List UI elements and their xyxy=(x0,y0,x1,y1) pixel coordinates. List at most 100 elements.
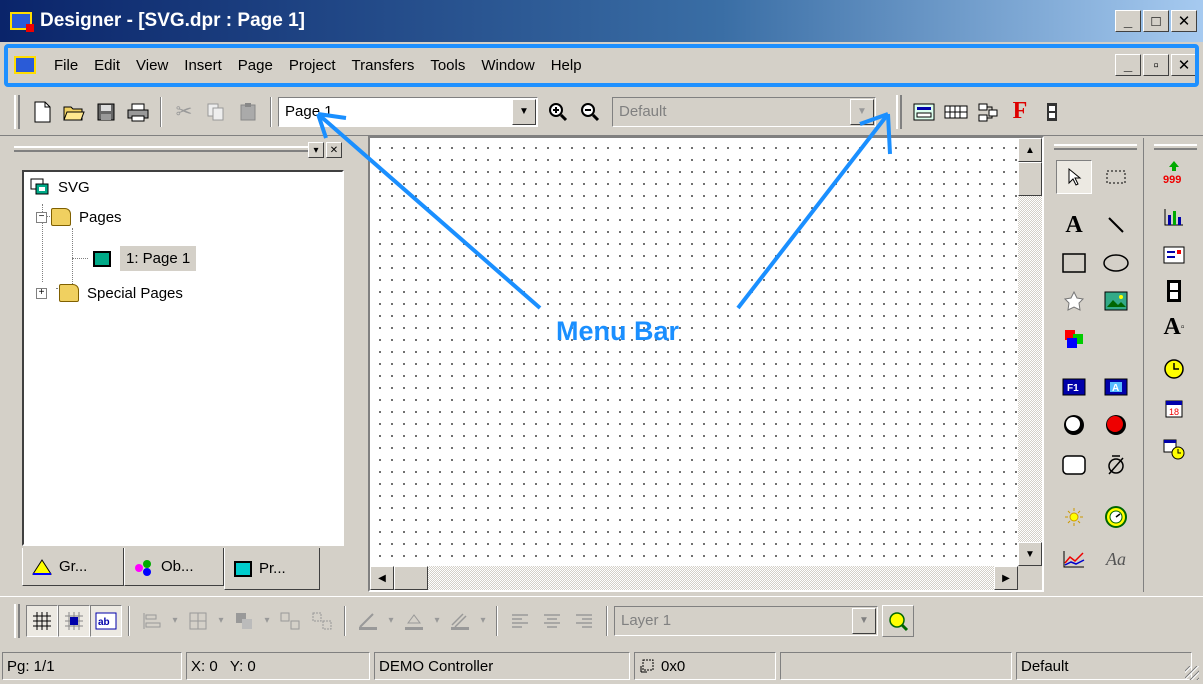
tree-item-svg[interactable]: SVG xyxy=(30,178,90,196)
scheduler-icon[interactable] xyxy=(1156,432,1192,466)
counter-icon[interactable]: 999 xyxy=(1156,156,1192,190)
vertical-scrollbar[interactable]: ▲ ▼ xyxy=(1018,138,1042,566)
lamp-off-icon[interactable] xyxy=(1098,448,1134,482)
expand-icon[interactable]: + xyxy=(36,287,47,299)
table-icon[interactable] xyxy=(940,96,972,128)
text-tool-icon[interactable]: A xyxy=(1056,208,1092,242)
tree-item-page-1[interactable]: 1: Page 1 xyxy=(92,246,197,271)
app-icon[interactable] xyxy=(10,12,34,32)
minimize-button[interactable]: _ xyxy=(1115,10,1141,32)
horizontal-scrollbar[interactable]: ◀ ▶ xyxy=(370,566,1018,590)
menu-view[interactable]: View xyxy=(128,57,176,74)
resize-grip[interactable] xyxy=(1185,666,1199,680)
form-icon[interactable] xyxy=(908,96,940,128)
cut-icon[interactable]: ✂ xyxy=(168,96,200,128)
grid-icon[interactable] xyxy=(26,604,58,637)
snap-grid-icon[interactable] xyxy=(58,604,90,637)
tab-project[interactable]: Pr... xyxy=(224,548,320,590)
align-icon[interactable] xyxy=(136,605,168,637)
save-icon[interactable] xyxy=(90,96,122,128)
page-select[interactable]: Page 1 ▼ xyxy=(278,96,538,127)
tree-item-pages[interactable]: − Pages xyxy=(36,208,122,226)
line-tool-icon[interactable] xyxy=(1098,208,1134,242)
line-style-icon[interactable] xyxy=(444,605,476,637)
order-icon[interactable] xyxy=(228,605,260,637)
maximize-button[interactable]: □ xyxy=(1143,10,1169,32)
select-pointer-icon[interactable] xyxy=(1056,160,1092,194)
font-icon[interactable]: F xyxy=(1004,96,1036,128)
scroll-thumb[interactable] xyxy=(1018,162,1042,196)
align-center-icon[interactable] xyxy=(536,605,568,637)
layer-manager-icon[interactable] xyxy=(882,604,914,637)
lamp-on-icon[interactable] xyxy=(1056,500,1092,534)
paste-icon[interactable] xyxy=(232,96,264,128)
indicator-on-icon[interactable] xyxy=(1098,408,1134,442)
text-field-icon[interactable]: A ▫ xyxy=(1156,310,1192,344)
message-display-icon[interactable] xyxy=(1156,238,1192,272)
function-key-button-icon[interactable]: F1 xyxy=(1056,370,1092,404)
menu-tools[interactable]: Tools xyxy=(422,57,473,74)
toolbar-grip[interactable] xyxy=(896,94,902,129)
network-icon[interactable] xyxy=(972,96,1004,128)
group-icon[interactable] xyxy=(274,605,306,637)
palette-grip[interactable] xyxy=(1154,144,1197,150)
chevron-down-icon[interactable]: ▾ xyxy=(430,605,444,637)
menu-edit[interactable]: Edit xyxy=(86,57,128,74)
color-fill-icon[interactable] xyxy=(1056,322,1092,356)
tab-graphics[interactable]: Gr... xyxy=(22,548,124,586)
alpha-button-icon[interactable]: A xyxy=(1098,370,1134,404)
document-icon[interactable] xyxy=(14,56,36,74)
rectangle-tool-icon[interactable] xyxy=(1056,246,1092,280)
text-style-icon[interactable]: Aa xyxy=(1098,542,1134,576)
chevron-down-icon[interactable]: ▾ xyxy=(214,605,228,637)
fill-color-icon[interactable] xyxy=(398,605,430,637)
indicator-off-icon[interactable] xyxy=(1056,408,1092,442)
text-snap-icon[interactable]: ab xyxy=(90,604,122,637)
chevron-down-icon[interactable]: ▾ xyxy=(476,605,490,637)
align-right-icon[interactable] xyxy=(568,605,600,637)
collapse-icon[interactable]: − xyxy=(36,211,47,223)
bar-graph-icon[interactable] xyxy=(1156,200,1192,234)
clock-icon[interactable] xyxy=(1156,352,1192,386)
menu-transfers[interactable]: Transfers xyxy=(344,57,423,74)
zoom-in-icon[interactable] xyxy=(542,96,574,128)
print-icon[interactable] xyxy=(122,96,154,128)
trend-chart-icon[interactable] xyxy=(1056,542,1092,576)
panel-grip[interactable] xyxy=(14,146,310,152)
menu-insert[interactable]: Insert xyxy=(176,57,230,74)
polygon-tool-icon[interactable] xyxy=(1056,284,1092,318)
open-icon[interactable] xyxy=(58,96,90,128)
scroll-right-icon[interactable]: ▶ xyxy=(994,566,1018,590)
line-color-icon[interactable] xyxy=(352,605,384,637)
chevron-down-icon[interactable]: ▾ xyxy=(168,605,182,637)
title-bar[interactable]: Designer - [SVG.dpr : Page 1] _ □ ✕ xyxy=(0,0,1203,42)
chevron-down-icon[interactable]: ▼ xyxy=(852,607,876,634)
drawing-canvas[interactable] xyxy=(370,138,1018,566)
menu-project[interactable]: Project xyxy=(281,57,344,74)
image-tool-icon[interactable] xyxy=(1098,284,1134,318)
button-shape-icon[interactable] xyxy=(1056,448,1092,482)
film-icon[interactable] xyxy=(1036,96,1068,128)
copy-icon[interactable] xyxy=(200,96,232,128)
doc-restore-button[interactable]: ▫ xyxy=(1143,54,1169,76)
menu-window[interactable]: Window xyxy=(473,57,542,74)
layer-select[interactable]: Layer 1 ▼ xyxy=(614,605,878,636)
toolbar-grip[interactable] xyxy=(14,94,20,129)
panel-pin-button[interactable]: ▾ xyxy=(308,142,324,158)
close-button[interactable]: ✕ xyxy=(1171,10,1197,32)
align-left-icon[interactable] xyxy=(504,605,536,637)
menu-file[interactable]: File xyxy=(46,57,86,74)
gauge-icon[interactable] xyxy=(1098,500,1134,534)
calendar-icon[interactable]: 18 xyxy=(1156,392,1192,426)
panel-close-button[interactable]: ✕ xyxy=(326,142,342,158)
tab-objects[interactable]: Ob... xyxy=(124,548,224,586)
scroll-down-icon[interactable]: ▼ xyxy=(1018,542,1042,566)
doc-minimize-button[interactable]: _ xyxy=(1115,54,1141,76)
tree-item-special-pages[interactable]: + Special Pages xyxy=(36,284,183,302)
toolbar-grip[interactable] xyxy=(14,603,20,638)
scroll-thumb[interactable] xyxy=(394,566,428,590)
chevron-down-icon[interactable]: ▾ xyxy=(260,605,274,637)
chevron-down-icon[interactable]: ▾ xyxy=(384,605,398,637)
project-tree[interactable]: SVG − Pages 1: Page 1 + Special Pages xyxy=(22,170,344,546)
menu-page[interactable]: Page xyxy=(230,57,281,74)
